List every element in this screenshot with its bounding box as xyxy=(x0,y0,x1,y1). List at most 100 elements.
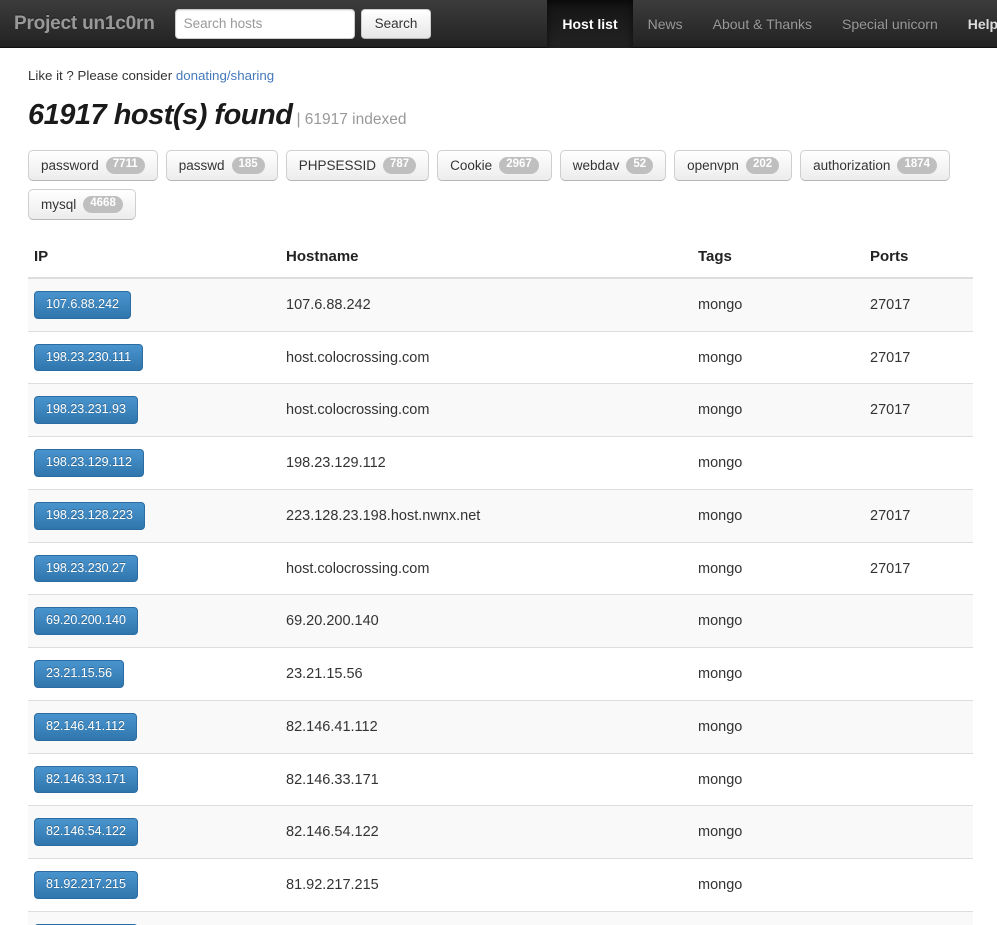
cell-hostname: 82.146.41.112 xyxy=(280,700,692,753)
search-form: Search xyxy=(175,9,432,39)
ip-link-button[interactable]: 82.146.54.122 xyxy=(34,818,138,846)
cell-ports xyxy=(864,648,973,701)
table-row: 82.146.33.17182.146.33.171mongo xyxy=(28,753,973,806)
column-header-tags[interactable]: Tags xyxy=(692,240,864,278)
main-nav: Host list News About & Thanks Special un… xyxy=(547,0,997,48)
cell-ports: 27017 xyxy=(864,489,973,542)
cell-hostname: 82.146.33.171 xyxy=(280,753,692,806)
ip-link-button[interactable]: 198.23.230.111 xyxy=(34,344,143,372)
ip-link-button[interactable]: 107.6.88.242 xyxy=(34,291,131,319)
table-row: 198.23.231.93host.colocrossing.commongo2… xyxy=(28,384,973,437)
ip-link-button[interactable]: 81.92.217.215 xyxy=(34,871,138,899)
top-navbar: Project un1c0rn Search Host list News Ab… xyxy=(0,0,997,48)
tag-count-badge: 787 xyxy=(383,157,416,174)
table-row: 69.20.200.14069.20.200.140mongo xyxy=(28,595,973,648)
page-content: Like it ? Please consider donating/shari… xyxy=(0,48,997,925)
nav-item-about-thanks[interactable]: About & Thanks xyxy=(698,0,827,48)
nav-item-help-us[interactable]: Help us xyxy=(953,0,997,48)
cell-hostname: 107.6.88.242 xyxy=(280,278,692,331)
ip-link-button[interactable]: 23.21.15.56 xyxy=(34,660,124,688)
column-header-hostname[interactable]: Hostname xyxy=(280,240,692,278)
cell-tags: mongo xyxy=(692,595,864,648)
tag-filter-phpsessid[interactable]: PHPSESSID 787 xyxy=(286,150,429,181)
tag-label: PHPSESSID xyxy=(299,158,376,173)
cell-hostname: 23.21.15.56 xyxy=(280,648,692,701)
table-row: 198.23.129.112198.23.129.112mongo xyxy=(28,437,973,490)
cell-tags: mongo xyxy=(692,700,864,753)
tag-filter-authorization[interactable]: authorization 1874 xyxy=(800,150,950,181)
table-row: 107.6.88.242107.6.88.242mongo27017 xyxy=(28,278,973,331)
tag-label: webdav xyxy=(573,158,620,173)
ip-link-button[interactable]: 69.20.200.140 xyxy=(34,607,138,635)
cell-hostname: host.colocrossing.com xyxy=(280,384,692,437)
column-header-ports[interactable]: Ports xyxy=(864,240,973,278)
tag-count-badge: 4668 xyxy=(83,196,123,213)
notice-text: Like it ? Please consider xyxy=(28,68,176,83)
cell-ip: 198.23.128.223 xyxy=(28,489,280,542)
cell-ports xyxy=(864,859,973,912)
cell-ports xyxy=(864,911,973,925)
cell-ports: 27017 xyxy=(864,278,973,331)
cell-ports: 27017 xyxy=(864,542,973,595)
cell-tags: mongo xyxy=(692,437,864,490)
cell-ip: 198.23.230.111 xyxy=(28,331,280,384)
cell-tags: mongo xyxy=(692,806,864,859)
tag-filter-password[interactable]: password 7711 xyxy=(28,150,158,181)
cell-hostname: 69.20.200.140 xyxy=(280,595,692,648)
cell-tags: mongo xyxy=(692,384,864,437)
cell-ip: 69.20.200.140 xyxy=(28,595,280,648)
ip-link-button[interactable]: 82.146.41.112 xyxy=(34,713,137,741)
tag-filter-passwd[interactable]: passwd 185 xyxy=(166,150,278,181)
cell-tags: mongo xyxy=(692,278,864,331)
search-button[interactable]: Search xyxy=(361,9,432,39)
ip-link-button[interactable]: 198.23.231.93 xyxy=(34,396,138,424)
tag-count-badge: 7711 xyxy=(106,157,145,174)
table-row: 81.92.217.21581.92.217.215mongo xyxy=(28,859,973,912)
table-row: 198.23.128.223223.128.23.198.host.nwnx.n… xyxy=(28,489,973,542)
tag-label: passwd xyxy=(179,158,225,173)
tag-count-badge: 52 xyxy=(626,157,653,174)
cell-hostname: host.colocrossing.com xyxy=(280,331,692,384)
table-header-row: IP Hostname Tags Ports xyxy=(28,240,973,278)
tag-label: password xyxy=(41,158,99,173)
site-brand[interactable]: Project un1c0rn xyxy=(0,0,175,48)
tag-count-badge: 185 xyxy=(232,157,265,174)
cell-tags: mongo xyxy=(692,911,864,925)
tag-filter-cookie[interactable]: Cookie 2967 xyxy=(437,150,552,181)
cell-tags: mongo xyxy=(692,753,864,806)
ip-link-button[interactable]: 82.146.33.171 xyxy=(34,766,138,794)
tag-label: authorization xyxy=(813,158,890,173)
tag-label: Cookie xyxy=(450,158,492,173)
cell-ip: 82.146.41.112 xyxy=(28,700,280,753)
nav-item-host-list[interactable]: Host list xyxy=(547,0,632,48)
nav-item-news[interactable]: News xyxy=(633,0,698,48)
cell-hostname: host.colocrossing.com xyxy=(280,542,692,595)
donation-notice: Like it ? Please consider donating/shari… xyxy=(26,48,971,83)
cell-tags: mongo xyxy=(692,331,864,384)
tag-filter-webdav[interactable]: webdav 52 xyxy=(560,150,666,181)
page-title: 61917 host(s) found| 61917 indexed xyxy=(28,100,971,132)
table-row: 23.21.15.5623.21.15.56mongo xyxy=(28,648,973,701)
cell-ip: 82.146.54.122 xyxy=(28,806,280,859)
ip-link-button[interactable]: 198.23.230.27 xyxy=(34,555,138,583)
tag-filter-openvpn[interactable]: openvpn 202 xyxy=(674,150,792,181)
ip-link-button[interactable]: 198.23.128.223 xyxy=(34,502,145,530)
donating-sharing-link[interactable]: donating/sharing xyxy=(176,68,274,83)
tag-count-badge: 202 xyxy=(746,157,779,174)
nav-item-special-unicorn[interactable]: Special unicorn xyxy=(827,0,953,48)
cell-ports xyxy=(864,595,973,648)
ip-link-button[interactable]: 198.23.129.112 xyxy=(34,449,144,477)
tag-count-badge: 2967 xyxy=(499,157,539,174)
column-header-ip[interactable]: IP xyxy=(28,240,280,278)
cell-ip: 198.23.231.93 xyxy=(28,384,280,437)
search-input[interactable] xyxy=(175,9,355,39)
table-row: 198.23.230.27 host.colocrossing.commongo2… xyxy=(28,542,973,595)
cell-tags: mongo xyxy=(692,542,864,595)
table-head: IP Hostname Tags Ports xyxy=(28,240,973,278)
table-row: 81.92.217.18381.92.217.183mongo xyxy=(28,911,973,925)
cell-tags: mongo xyxy=(692,859,864,912)
cell-ip: 23.21.15.56 xyxy=(28,648,280,701)
cell-tags: mongo xyxy=(692,489,864,542)
tag-count-badge: 1874 xyxy=(897,157,937,174)
tag-filter-mysql[interactable]: mysql 4668 xyxy=(28,189,136,220)
